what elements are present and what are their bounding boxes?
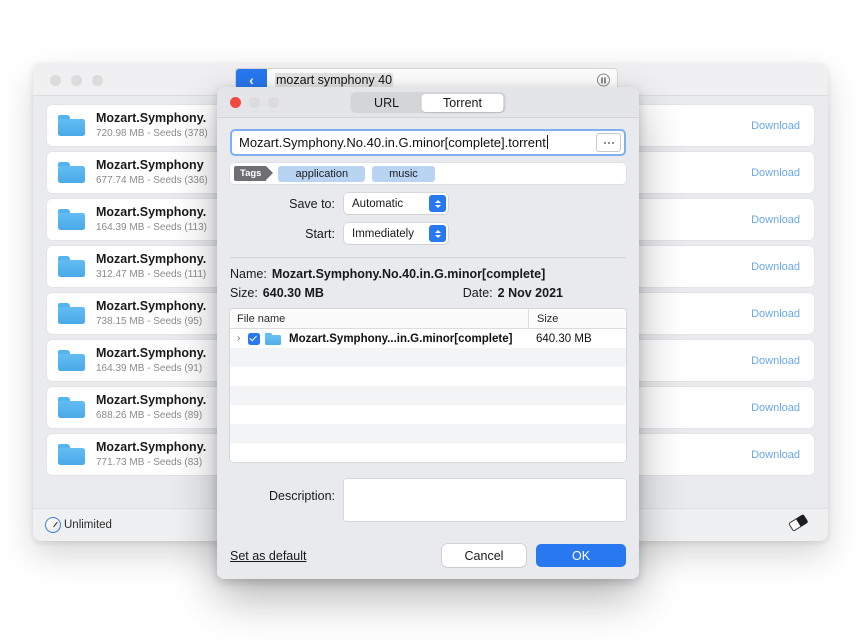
set-as-default-link[interactable]: Set as default	[230, 549, 306, 563]
tag-chip[interactable]: music	[372, 166, 435, 182]
chevron-updown-icon[interactable]	[429, 225, 446, 242]
date-key: Date:	[463, 286, 493, 300]
download-link[interactable]: Download	[751, 355, 800, 367]
folder-icon	[58, 209, 85, 230]
save-to-label: Save to:	[230, 197, 344, 211]
torrent-name-line: Name: Mozart.Symphony.No.40.in.G.minor[c…	[230, 267, 626, 281]
download-link[interactable]: Download	[751, 261, 800, 273]
zoom-button-icon[interactable]	[92, 75, 103, 86]
description-input[interactable]	[344, 479, 626, 521]
download-link[interactable]: Download	[751, 120, 800, 132]
table-row-empty	[230, 348, 626, 367]
download-link[interactable]: Download	[751, 167, 800, 179]
folder-icon	[58, 256, 85, 277]
start-label: Start:	[230, 227, 344, 241]
column-header-size[interactable]: Size	[528, 309, 626, 328]
torrent-size-date-line: Size: 640.30 MB Date: 2 Nov 2021	[230, 286, 626, 300]
dialog-footer: Set as default Cancel OK	[217, 532, 639, 579]
column-header-file-name[interactable]: File name	[230, 313, 528, 325]
torrent-path-value: Mozart.Symphony.No.40.in.G.minor[complet…	[239, 135, 546, 150]
download-link[interactable]: Download	[751, 402, 800, 414]
chevron-updown-icon[interactable]	[429, 195, 446, 212]
table-row-empty	[230, 367, 626, 386]
browse-button[interactable]	[596, 133, 621, 152]
chevron-left-icon: ‹	[249, 73, 254, 87]
file-name: Mozart.Symphony...in.G.minor[complete]	[289, 333, 512, 345]
row-checkbox[interactable]	[248, 333, 260, 345]
speed-gauge-icon[interactable]	[45, 517, 61, 533]
download-link[interactable]: Download	[751, 214, 800, 226]
text-caret	[547, 135, 548, 149]
size-key: Size:	[230, 286, 258, 300]
ok-button[interactable]: OK	[536, 544, 626, 567]
tags-field[interactable]: Tags application music	[230, 163, 626, 184]
folder-icon	[58, 115, 85, 136]
folder-icon	[58, 162, 85, 183]
ellipsis-icon	[604, 142, 606, 144]
dialog-traffic-lights[interactable]	[230, 97, 279, 108]
save-to-value: Automatic	[352, 198, 403, 210]
size-value: 640.30 MB	[263, 286, 324, 300]
cancel-button[interactable]: Cancel	[442, 544, 526, 567]
name-key: Name:	[230, 267, 267, 281]
torrent-path-field[interactable]: Mozart.Symphony.No.40.in.G.minor[complet…	[230, 129, 626, 156]
save-to-select[interactable]: Automatic	[344, 193, 448, 214]
start-select[interactable]: Immediately	[344, 223, 448, 244]
close-button-icon[interactable]	[50, 75, 61, 86]
file-size: 640.30 MB	[528, 333, 626, 345]
folder-icon	[58, 397, 85, 418]
eraser-icon[interactable]	[786, 513, 812, 533]
folder-icon	[265, 333, 281, 345]
source-type-segmented-control[interactable]: URL Torrent	[351, 92, 506, 113]
date-value: 2 Nov 2021	[498, 286, 563, 300]
pause-icon[interactable]	[597, 74, 610, 87]
table-row-empty	[230, 424, 626, 443]
folder-icon	[58, 303, 85, 324]
section-divider	[230, 257, 626, 258]
file-table: File name Size › Mozart.Symphony...in.G.…	[230, 309, 626, 462]
screen: ‹ mozart symphony 40 Mozart.Symphony. 72…	[0, 0, 860, 640]
close-button-icon[interactable]	[230, 97, 241, 108]
folder-icon	[58, 350, 85, 371]
minimize-button-icon[interactable]	[71, 75, 82, 86]
description-row: Description:	[230, 479, 626, 521]
date-group: Date: 2 Nov 2021	[463, 286, 626, 300]
start-row: Start: Immediately	[230, 223, 626, 244]
minimize-button-icon[interactable]	[249, 97, 260, 108]
tab-url[interactable]: URL	[352, 94, 421, 112]
table-row-empty	[230, 443, 626, 462]
tab-torrent[interactable]: Torrent	[421, 94, 504, 112]
torrent-path-value-wrap: Mozart.Symphony.No.40.in.G.minor[complet…	[239, 135, 596, 150]
folder-icon	[58, 444, 85, 465]
table-row-empty	[230, 386, 626, 405]
start-value: Immediately	[352, 228, 414, 240]
description-label: Description:	[230, 479, 344, 503]
search-input-value: mozart symphony 40	[275, 73, 393, 87]
table-row[interactable]: › Mozart.Symphony...in.G.minor[complete]…	[230, 329, 626, 348]
speed-limit-label: Unlimited	[64, 519, 112, 531]
disclosure-triangle-icon[interactable]: ›	[237, 333, 248, 344]
add-torrent-dialog: URL Torrent Mozart.Symphony.No.40.in.G.m…	[217, 87, 639, 579]
zoom-button-icon[interactable]	[268, 97, 279, 108]
background-traffic-lights[interactable]	[50, 75, 103, 86]
dialog-body: Mozart.Symphony.No.40.in.G.minor[complet…	[217, 118, 639, 532]
save-to-row: Save to: Automatic	[230, 193, 626, 214]
name-value: Mozart.Symphony.No.40.in.G.minor[complet…	[272, 267, 545, 281]
download-link[interactable]: Download	[751, 308, 800, 320]
table-row-empty	[230, 405, 626, 424]
dialog-titlebar: URL Torrent	[217, 87, 639, 118]
tag-chip[interactable]: application	[278, 166, 365, 182]
file-table-header: File name Size	[230, 309, 626, 329]
download-link[interactable]: Download	[751, 449, 800, 461]
tags-label: Tags	[234, 166, 266, 181]
